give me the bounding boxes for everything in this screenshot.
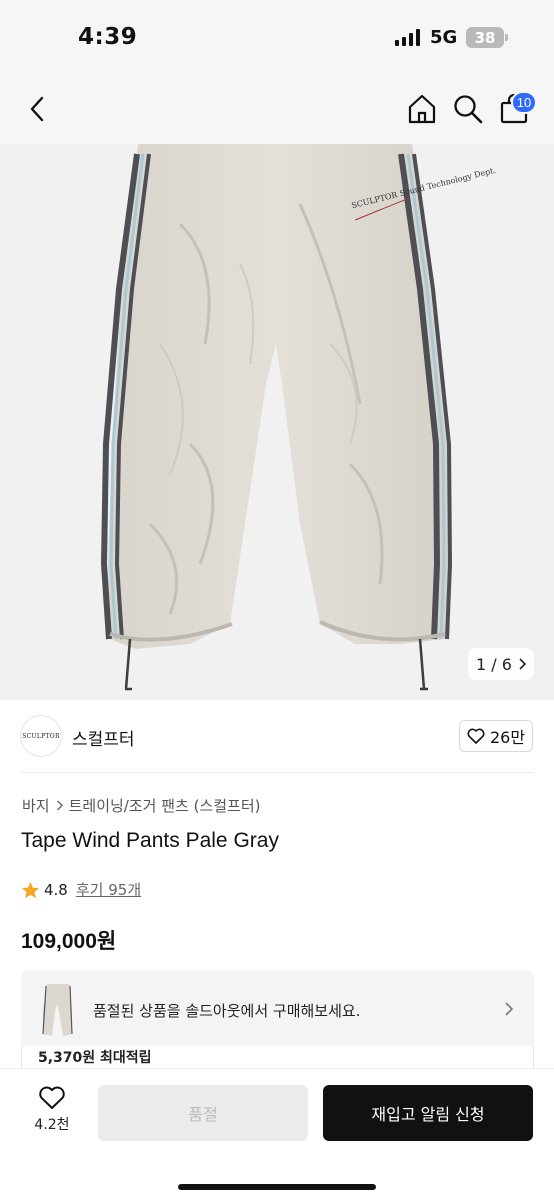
review-link[interactable]: 후기 95개 bbox=[76, 879, 141, 900]
product-title: Tape Wind Pants Pale Gray bbox=[21, 829, 279, 852]
battery-icon: 38 bbox=[466, 27, 504, 48]
wishlist-count: 4.2천 bbox=[34, 1117, 70, 1133]
divider bbox=[20, 772, 534, 773]
home-indicator bbox=[178, 1184, 376, 1190]
breadcrumb-item-category[interactable]: 바지 bbox=[22, 795, 50, 816]
product-price: 109,000원 bbox=[21, 930, 117, 953]
heart-icon bbox=[39, 1086, 65, 1109]
reward-text: 5,370원 최대적립 bbox=[38, 1050, 152, 1066]
cart-count-badge: 10 bbox=[511, 91, 537, 114]
chevron-right-icon bbox=[505, 1002, 514, 1016]
restock-alert-button[interactable]: 재입고 알림 신청 bbox=[323, 1085, 533, 1141]
brand-logo-text: SCULPTOR bbox=[22, 732, 60, 740]
wishlist-button[interactable]: 4.2천 bbox=[28, 1086, 76, 1142]
battery-cap bbox=[505, 34, 508, 41]
home-icon bbox=[408, 94, 436, 124]
brand-row[interactable]: SCULPTOR 스컬프터 26만 bbox=[0, 700, 554, 772]
product-image-carousel[interactable]: SCULPTOR Sound Technology Dept. 1 / 6 bbox=[0, 144, 554, 700]
home-button[interactable] bbox=[405, 92, 439, 126]
status-bar: 4:39 5G 38 bbox=[0, 0, 554, 72]
star-icon bbox=[21, 881, 40, 898]
heart-icon bbox=[467, 728, 485, 744]
back-button[interactable] bbox=[20, 92, 54, 126]
breadcrumb-item-subcategory[interactable]: 트레이닝/조거 팬츠 (스컬프터) bbox=[69, 795, 261, 816]
rating-score: 4.8 bbox=[44, 880, 68, 899]
brand-name[interactable]: 스컬프터 bbox=[72, 725, 135, 750]
brand-logo[interactable]: SCULPTOR bbox=[20, 715, 62, 757]
chevron-left-icon bbox=[30, 96, 44, 122]
brand-like-button[interactable]: 26만 bbox=[459, 720, 533, 752]
bottom-action-bar: 4.2천 품절 재입고 알림 신청 bbox=[0, 1068, 554, 1200]
status-time: 4:39 bbox=[78, 24, 138, 50]
product-thumbnail bbox=[42, 984, 73, 1036]
nav-bar bbox=[0, 72, 554, 144]
chevron-right-icon bbox=[56, 800, 63, 811]
network-label: 5G bbox=[430, 27, 458, 48]
rating-row[interactable]: 4.8 후기 95개 bbox=[21, 879, 141, 900]
breadcrumb: 바지 트레이닝/조거 팬츠 (스컬프터) bbox=[22, 795, 261, 816]
soldout-message: 품절된 상품을 솔드아웃에서 구매해보세요. bbox=[93, 1002, 361, 1020]
signal-icon bbox=[395, 29, 420, 46]
search-icon bbox=[454, 95, 483, 124]
soldout-banner[interactable]: 품절된 상품을 솔드아웃에서 구매해보세요. bbox=[21, 970, 534, 1052]
image-counter-text: 1 / 6 bbox=[476, 654, 512, 674]
battery-level: 38 bbox=[474, 28, 496, 47]
brand-like-count: 26만 bbox=[489, 728, 526, 747]
soldout-button[interactable]: 품절 bbox=[98, 1085, 308, 1141]
image-counter[interactable]: 1 / 6 bbox=[468, 648, 534, 680]
chevron-right-icon bbox=[519, 658, 526, 670]
search-button[interactable] bbox=[451, 92, 485, 126]
pants-image: SCULPTOR Sound Technology Dept. bbox=[100, 144, 497, 691]
